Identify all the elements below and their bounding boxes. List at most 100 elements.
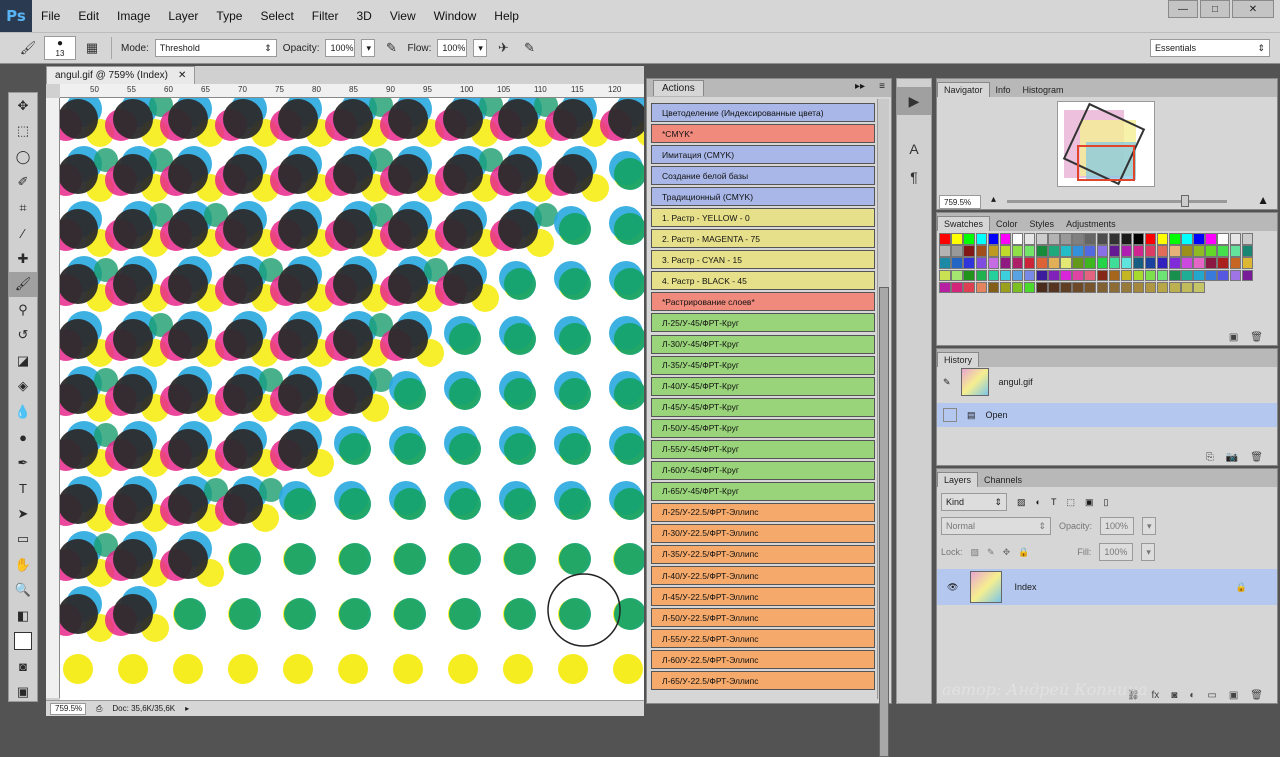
- swatch[interactable]: [975, 281, 988, 294]
- swatch[interactable]: [951, 245, 963, 257]
- swatch[interactable]: [1084, 281, 1096, 294]
- swatch[interactable]: [1217, 233, 1229, 245]
- swatch[interactable]: [1023, 233, 1036, 245]
- swatch[interactable]: [1060, 257, 1072, 269]
- opacity-dropdown[interactable]: ▾: [361, 39, 376, 57]
- close-button[interactable]: ✕: [1232, 0, 1274, 18]
- dodge-tool-icon[interactable]: ●: [9, 425, 37, 451]
- swatch[interactable]: [1156, 257, 1169, 269]
- swatch[interactable]: [1096, 245, 1109, 257]
- fill-input[interactable]: 100%: [1099, 543, 1134, 561]
- swatch[interactable]: [939, 281, 951, 294]
- quick-mask-icon[interactable]: ◙: [9, 654, 37, 680]
- tab-color[interactable]: Color: [990, 217, 1024, 231]
- history-brush-tool-icon[interactable]: ↺: [9, 323, 37, 349]
- swatch[interactable]: [1217, 245, 1229, 257]
- tab-history[interactable]: History: [937, 352, 980, 367]
- export-icon[interactable]: ⎙: [96, 704, 102, 714]
- swatch[interactable]: [1156, 269, 1169, 282]
- action-button[interactable]: Л-50/У-22.5/ФРТ-Эллипс: [651, 608, 875, 628]
- swatch[interactable]: [1181, 257, 1193, 269]
- swatch[interactable]: [963, 245, 975, 257]
- status-menu-arrow-icon[interactable]: ▸: [185, 704, 189, 713]
- swatch[interactable]: [1011, 269, 1024, 282]
- swatch[interactable]: [1132, 245, 1145, 257]
- mode-select[interactable]: Threshold ⇕: [154, 39, 277, 57]
- action-button[interactable]: Л-45/У-45/ФРТ-Круг: [651, 397, 875, 417]
- swatch[interactable]: [1120, 257, 1133, 269]
- swatch[interactable]: [951, 257, 963, 269]
- zoom-out-icon[interactable]: ▴: [991, 194, 996, 205]
- path-selection-tool-icon[interactable]: ➤: [9, 501, 37, 527]
- new-document-from-state-icon[interactable]: ⎘: [1206, 452, 1214, 463]
- action-button[interactable]: Л-45/У-22.5/ФРТ-Эллипс: [651, 587, 875, 607]
- swatch[interactable]: [1108, 245, 1121, 257]
- swatch[interactable]: [1084, 245, 1096, 257]
- new-group-icon[interactable]: ▭: [1207, 690, 1216, 701]
- swatch[interactable]: [1193, 245, 1205, 257]
- screen-mode-icon[interactable]: ▣: [9, 680, 37, 706]
- action-button[interactable]: *CMYK*: [651, 124, 875, 144]
- default-colors-icon[interactable]: ◧: [9, 603, 37, 629]
- swatch[interactable]: [939, 245, 951, 257]
- swatch[interactable]: [1023, 245, 1036, 257]
- action-button[interactable]: 2. Растр - MAGENTA - 75: [651, 229, 875, 249]
- swatch[interactable]: [1181, 233, 1193, 245]
- action-button[interactable]: Л-55/У-45/ФРТ-Круг: [651, 439, 875, 459]
- swatch[interactable]: [1181, 281, 1193, 294]
- action-button[interactable]: Имитация (CMYK): [651, 145, 875, 165]
- swatch[interactable]: [1144, 257, 1157, 269]
- filter-adjustment-icon[interactable]: ◐: [1036, 497, 1041, 507]
- zoom-tool-icon[interactable]: 🔍: [9, 578, 37, 604]
- swatch[interactable]: [939, 269, 951, 282]
- filter-shape-icon[interactable]: ⬚: [1066, 497, 1075, 508]
- swatch[interactable]: [1132, 281, 1145, 294]
- swatch[interactable]: [1205, 233, 1217, 245]
- swatch[interactable]: [1169, 245, 1181, 257]
- swatch[interactable]: [963, 233, 975, 245]
- swatch[interactable]: [963, 269, 975, 282]
- swatch[interactable]: [1096, 269, 1109, 282]
- workspace-select[interactable]: Essentials ⇕: [1150, 39, 1270, 57]
- action-button[interactable]: Л-30/У-45/ФРТ-Круг: [651, 334, 875, 354]
- swatch[interactable]: [1072, 245, 1084, 257]
- swatch[interactable]: [1060, 245, 1072, 257]
- brush-tool-icon[interactable]: 🖌: [9, 271, 37, 297]
- menu-layer[interactable]: Layer: [159, 0, 207, 32]
- action-button[interactable]: Л-50/У-45/ФРТ-Круг: [651, 418, 875, 438]
- tab-layers[interactable]: Layers: [937, 472, 979, 487]
- swatch[interactable]: [1144, 233, 1157, 245]
- swatch[interactable]: [987, 281, 1000, 294]
- swatch[interactable]: [1048, 233, 1060, 245]
- new-layer-icon[interactable]: ▣: [1229, 690, 1238, 701]
- swatch[interactable]: [975, 257, 988, 269]
- action-button[interactable]: Л-40/У-45/ФРТ-Круг: [651, 376, 875, 396]
- lasso-tool-icon[interactable]: ◯: [9, 144, 37, 170]
- scroll-thumb[interactable]: [879, 287, 889, 757]
- swatch[interactable]: [1072, 281, 1084, 294]
- swatch[interactable]: [999, 233, 1012, 245]
- swatch[interactable]: [1023, 269, 1036, 282]
- swatch[interactable]: [1011, 245, 1024, 257]
- swatch[interactable]: [1096, 257, 1109, 269]
- swatch[interactable]: [987, 245, 1000, 257]
- swatch[interactable]: [1084, 233, 1096, 245]
- swatch[interactable]: [1241, 269, 1254, 282]
- delete-swatch-icon[interactable]: 🗑: [1250, 332, 1263, 343]
- filter-smart-object-icon[interactable]: ▣: [1085, 497, 1094, 508]
- menu-select[interactable]: Select: [251, 0, 302, 32]
- adjustment-layer-icon[interactable]: ◐: [1189, 690, 1195, 701]
- lock-transparent-icon[interactable]: ▨: [971, 547, 980, 558]
- menu-window[interactable]: Window: [425, 0, 486, 32]
- swatch[interactable]: [1169, 233, 1181, 245]
- paragraph-panel-icon[interactable]: ¶: [897, 163, 931, 191]
- zoom-slider-thumb[interactable]: [1181, 195, 1189, 207]
- tab-styles[interactable]: Styles: [1024, 217, 1061, 231]
- swatch[interactable]: [1108, 257, 1121, 269]
- swatch[interactable]: [963, 281, 975, 294]
- eraser-tool-icon[interactable]: ◪: [9, 348, 37, 374]
- menu-filter[interactable]: Filter: [303, 0, 348, 32]
- layer-opacity-input[interactable]: 100%: [1100, 517, 1135, 535]
- swatch[interactable]: [1193, 257, 1205, 269]
- history-checkbox[interactable]: [943, 408, 957, 422]
